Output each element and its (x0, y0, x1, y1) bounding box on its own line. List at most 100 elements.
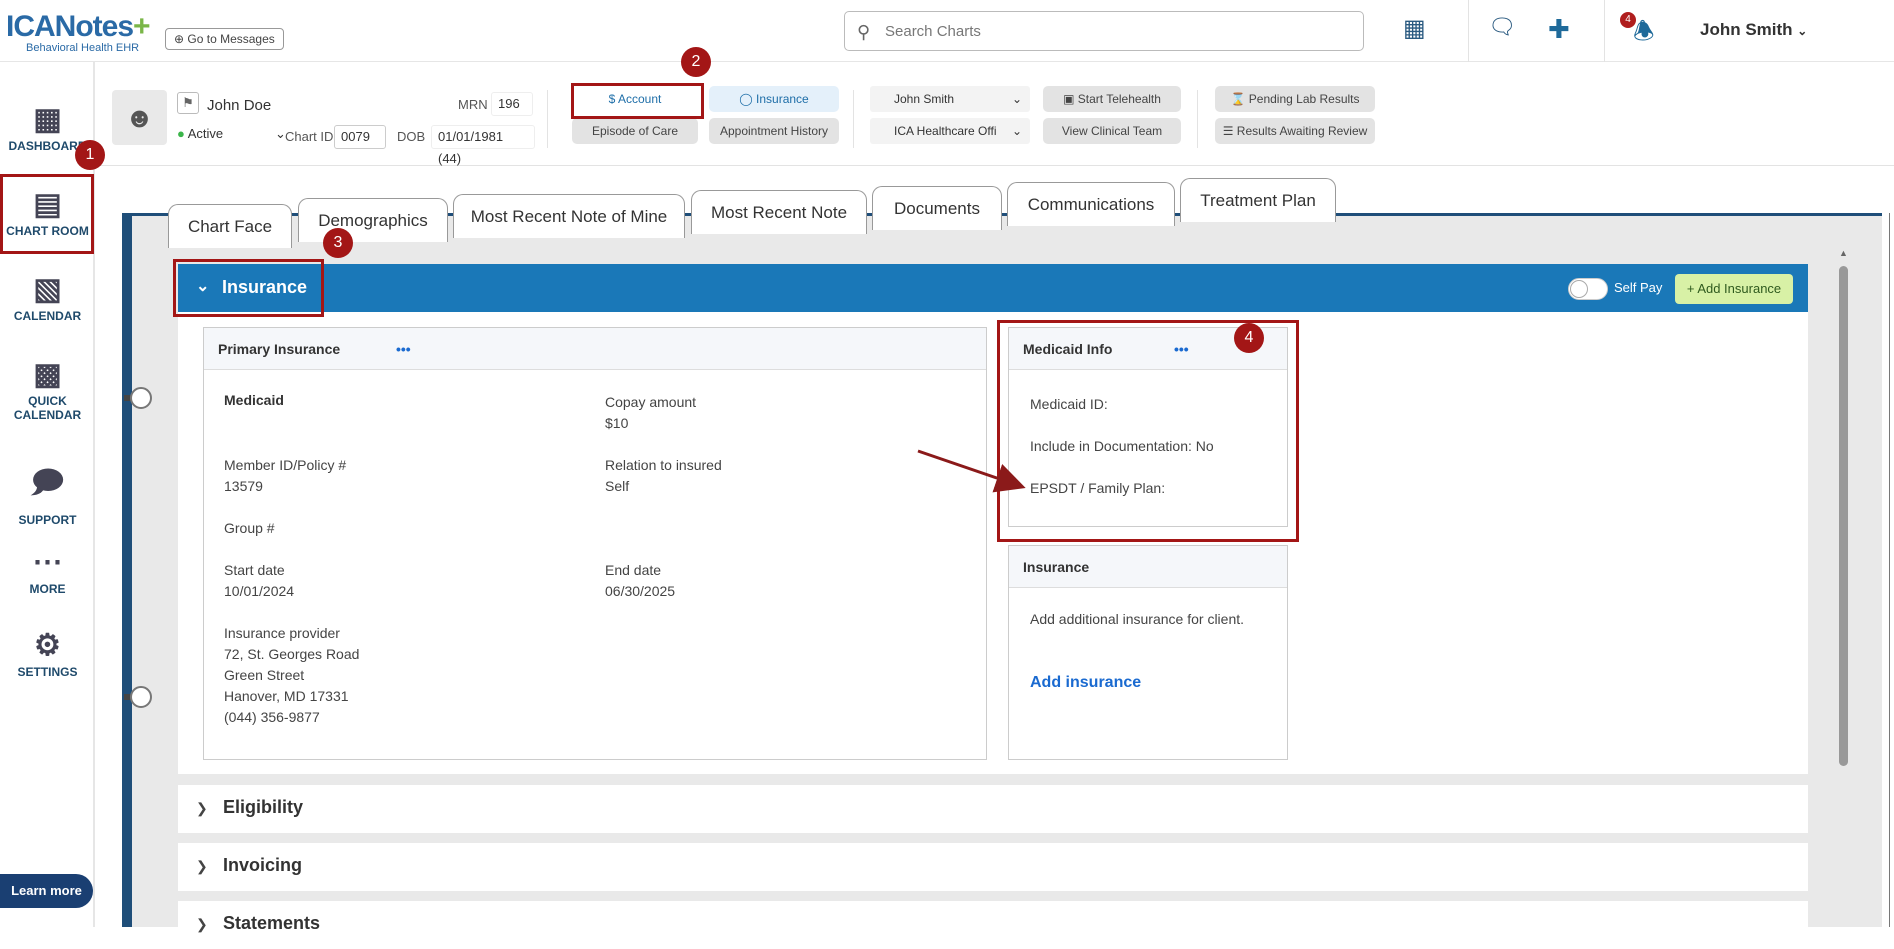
sidebar-item-label: SUPPORT (18, 513, 77, 527)
search-charts-input[interactable]: ⚲ Search Charts (844, 11, 1364, 51)
tab-most-recent-note-of-mine[interactable]: Most Recent Note of Mine (453, 194, 685, 238)
tab-treatment-plan[interactable]: Treatment Plan (1180, 178, 1336, 222)
learn-more-button[interactable]: Learn more (0, 874, 93, 908)
results-awaiting-review-button[interactable]: ☰ Results Awaiting Review (1215, 118, 1375, 144)
tab-demographics[interactable]: Demographics (298, 198, 448, 242)
tab-chart-face[interactable]: Chart Face (168, 204, 292, 248)
search-placeholder: Search Charts (885, 23, 981, 40)
flag-icon[interactable]: ⚑ (177, 92, 199, 114)
sidebar-item-label: MORE (29, 582, 66, 596)
mrn-label: MRN (458, 97, 488, 112)
sidebar-item-support[interactable]: 🗩 SUPPORT (0, 460, 95, 527)
chevron-right-icon: ❯ (196, 858, 208, 874)
chevron-down-icon: ⌄ (1797, 24, 1808, 38)
episode-of-care-button[interactable]: Episode of Care (572, 118, 698, 144)
dob-value: 01/01/1981 (44) (431, 125, 535, 166)
start-telehealth-button[interactable]: ▣ Start Telehealth (1043, 86, 1181, 112)
status-dot-icon: ● (177, 126, 185, 141)
binder-ring-icon (130, 686, 152, 708)
search-icon: ⚲ (857, 22, 871, 42)
chart-cabinet-add-icon[interactable]: ▦ (1403, 14, 1426, 43)
callout-badge-4: 4 (1234, 323, 1264, 353)
add-insurance-button[interactable]: + Add Insurance (1675, 274, 1793, 304)
video-icon: ▣ (1063, 92, 1075, 106)
provider-select[interactable]: John Smith ⌄ (870, 86, 1030, 112)
checklist-icon: ☰ (1222, 124, 1234, 138)
primary-insurance-card: Primary Insurance ••• Medicaid Copay amo… (203, 327, 987, 760)
message-icon[interactable]: 🗨 (1488, 14, 1516, 40)
user-menu[interactable]: John Smith ⌄ (1700, 20, 1807, 40)
add-insurance-link[interactable]: Add insurance (1030, 674, 1141, 692)
chart-id-field[interactable]: 0079 (334, 125, 386, 149)
primary-insurance-header: Primary Insurance ••• (204, 328, 986, 370)
start-date-label: Start date (224, 562, 285, 578)
dashboard-icon: ▦ (33, 103, 62, 136)
eligibility-section-header[interactable]: ❯ Eligibility (178, 785, 1808, 833)
highlight-medicaid-info (997, 320, 1299, 542)
statements-title: Statements (223, 913, 321, 933)
pending-lab-label: Pending Lab Results (1248, 92, 1360, 106)
top-bar: ICANotes+ Behavioral Health EHR ⊕ Go to … (0, 0, 1894, 62)
facility-value: ICA Healthcare Offi (894, 124, 997, 138)
highlight-account-button (571, 83, 704, 119)
patient-avatar-icon[interactable]: ☻ (112, 90, 167, 145)
tab-documents[interactable]: Documents (872, 186, 1002, 230)
invoicing-section-header[interactable]: ❯ Invoicing (178, 843, 1808, 891)
pending-lab-results-button[interactable]: ⌛ Pending Lab Results (1215, 86, 1375, 112)
end-date-label: End date (605, 562, 662, 578)
patient-status: Active (187, 126, 224, 141)
copay-value: $10 (605, 415, 629, 431)
content-scrollbar[interactable]: ▲ (1838, 248, 1850, 927)
provider-address-line2: Green Street (224, 667, 305, 683)
self-pay-label: Self Pay (1614, 280, 1663, 295)
chevron-down-icon: ⌄ (1011, 124, 1022, 138)
facility-select[interactable]: ICA Healthcare Offi ⌄ (870, 118, 1030, 144)
scroll-up-icon[interactable]: ▲ (1839, 248, 1848, 258)
statements-section-header[interactable]: ❯ Statements (178, 901, 1808, 949)
more-options-icon[interactable]: ••• (396, 328, 411, 370)
group-label: Group # (224, 520, 275, 536)
self-pay-toggle[interactable] (1568, 278, 1608, 300)
chevron-down-icon: ⌄ (1011, 92, 1022, 106)
sidebar-item-calendar[interactable]: ▧ CALENDAR (0, 272, 95, 323)
insurance-section-header[interactable]: ⌄ Insurance Self Pay + Add Insurance (178, 264, 1808, 312)
chevron-right-icon: ❯ (196, 916, 208, 932)
go-to-messages-button[interactable]: ⊕ Go to Messages (165, 28, 284, 50)
sidebar-item-label: CALENDAR (13, 309, 82, 323)
tab-communications[interactable]: Communications (1007, 182, 1175, 226)
insurance-plan-name: Medicaid (224, 392, 284, 408)
view-clinical-team-button[interactable]: View Clinical Team (1043, 118, 1181, 144)
sidebar-item-label: QUICK CALENDAR (13, 394, 82, 422)
sidebar-item-quick-calendar[interactable]: ▩ QUICK CALENDAR (0, 357, 95, 422)
support-icon: 🗩 (30, 466, 65, 499)
scrollbar-thumb[interactable] (1839, 266, 1848, 766)
sidebar-item-more[interactable]: ⋯ MORE (0, 545, 95, 596)
callout-badge-2: 2 (681, 47, 711, 77)
relation-label: Relation to insured (605, 457, 722, 473)
primary-insurance-title: Primary Insurance (218, 341, 341, 357)
additional-insurance-text: Add additional insurance for client. (1030, 611, 1245, 627)
go-to-messages-label: Go to Messages (187, 32, 275, 46)
member-id-value: 13579 (224, 478, 263, 494)
results-review-label: Results Awaiting Review (1236, 124, 1368, 138)
bell-icon[interactable]: 🕭 (1633, 14, 1654, 55)
app-logo[interactable]: ICANotes+ Behavioral Health EHR (6, 10, 151, 55)
tab-most-recent-note[interactable]: Most Recent Note (691, 190, 867, 234)
appointment-history-button[interactable]: Appointment History (709, 118, 839, 144)
additional-insurance-header: Insurance (1009, 546, 1287, 588)
highlight-chart-room (0, 174, 94, 254)
sidebar-item-settings[interactable]: ⚙ SETTINGS (0, 628, 95, 679)
calendar-icon: ▧ (33, 273, 62, 306)
insurance-button[interactable]: ◯ Insurance (709, 86, 839, 112)
provider-address-line1: 72, St. Georges Road (224, 646, 360, 662)
eligibility-title: Eligibility (223, 797, 304, 817)
insurance-label: Insurance (756, 92, 809, 106)
provider-value: John Smith (894, 92, 955, 106)
dob-label: DOB (397, 129, 426, 144)
binder-ring-icon (130, 387, 152, 409)
shield-icon: ◯ (739, 92, 753, 106)
logo-plus: + (133, 10, 151, 43)
relation-value: Self (605, 478, 630, 494)
callout-badge-1: 1 (75, 140, 105, 170)
add-prescription-icon[interactable]: ✚ (1548, 14, 1570, 45)
